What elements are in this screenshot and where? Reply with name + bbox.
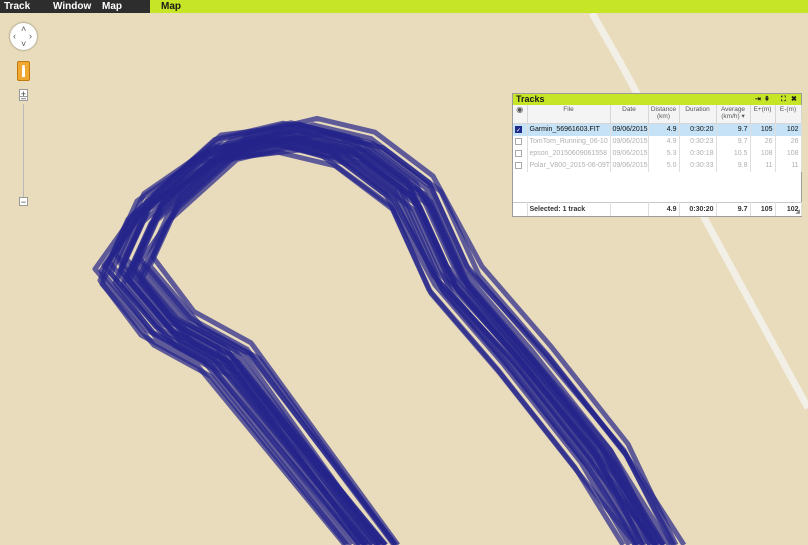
- cell-average: 9.7: [716, 136, 751, 148]
- cell-eminus: 102: [775, 123, 802, 136]
- visibility-column-header[interactable]: ◉: [513, 105, 528, 124]
- column-average[interactable]: Average (km/h) ▾: [716, 105, 751, 124]
- cell-average: 9.7: [716, 123, 751, 136]
- table-row[interactable]: epson_20150609061558 09/06/2015 5.3 0:30:18…: [513, 148, 802, 160]
- menu-track[interactable]: Track: [4, 0, 30, 13]
- menu-window[interactable]: Window: [53, 0, 91, 13]
- checkbox-icon[interactable]: [515, 125, 522, 136]
- row-visibility-checkbox[interactable]: [513, 136, 528, 148]
- maximize-icon[interactable]: ⛶: [781, 94, 786, 105]
- menu-bar: Track Window Map: [0, 0, 150, 13]
- cell-distance: 4.9: [648, 136, 680, 148]
- cell-duration: 0:30:18: [679, 148, 717, 160]
- column-date[interactable]: Date: [610, 105, 649, 124]
- footer-duration: 0:30:20: [679, 202, 717, 216]
- cell-date: 09/06/2015: [610, 160, 649, 172]
- cell-distance: 5.0: [648, 160, 680, 172]
- eye-icon: ◉: [516, 105, 524, 114]
- map-canvas[interactable]: [0, 0, 808, 545]
- footer-spacer: [513, 202, 528, 216]
- cell-duration: 0:30:33: [679, 160, 717, 172]
- zoom-out-button[interactable]: −: [19, 197, 28, 207]
- row-visibility-checkbox[interactable]: [513, 160, 528, 172]
- column-elevation-gain[interactable]: E+(m): [750, 105, 776, 124]
- cell-file: Polar_V800_2015-06-09T: [527, 160, 611, 172]
- tracks-table: ◉ File Date Distance (km) Duration Avera…: [513, 105, 802, 172]
- tracks-footer: Selected: 1 track 4.9 0:30:20 9.7 105 10…: [513, 202, 802, 216]
- column-distance[interactable]: Distance (km): [648, 105, 680, 124]
- cell-file: TomTom_Running_06-10: [527, 136, 611, 148]
- cell-eminus: 108: [775, 148, 802, 160]
- tracks-panel-titlebar[interactable]: Tracks ⇥ ⇞ ⛶ ✖: [513, 94, 801, 105]
- resize-grip-icon[interactable]: ◢: [795, 208, 800, 215]
- cell-date: 09/06/2015: [610, 123, 649, 136]
- cell-file: epson_20150609061558: [527, 148, 611, 160]
- cell-duration: 0:30:23: [679, 136, 717, 148]
- table-row[interactable]: Garmin_56961603.FIT09/06/20154.90:30:209…: [513, 123, 802, 136]
- cell-duration: 0:30:20: [679, 123, 717, 136]
- checkbox-icon[interactable]: [515, 137, 522, 145]
- cell-eminus: 26: [775, 136, 802, 148]
- row-visibility-checkbox[interactable]: [513, 123, 528, 136]
- column-file[interactable]: File: [527, 105, 611, 124]
- street-view-pegman-icon[interactable]: [17, 61, 30, 81]
- row-visibility-checkbox[interactable]: [513, 148, 528, 160]
- cell-distance: 5.3: [648, 148, 680, 160]
- footer-selected-label: Selected: 1 track: [527, 202, 611, 216]
- table-row[interactable]: Polar_V800_2015-06-09T 09/06/2015 5.0 0:30:…: [513, 160, 802, 172]
- zoom-slider-track[interactable]: [23, 104, 24, 197]
- table-row[interactable]: TomTom_Running_06-10 09/06/2015 4.9 0:30:23…: [513, 136, 802, 148]
- cell-date: 09/06/2015: [610, 136, 649, 148]
- pan-right-icon[interactable]: ›: [29, 32, 32, 41]
- pan-left-icon[interactable]: ‹: [13, 32, 16, 41]
- dock-right-icon[interactable]: ⇥: [755, 94, 761, 105]
- cell-distance: 4.9: [648, 123, 680, 136]
- pan-up-icon[interactable]: ˄: [21, 25, 26, 34]
- tracks-panel: Tracks ⇥ ⇞ ⛶ ✖ ◉ File Date Distance (km)…: [512, 93, 802, 217]
- cell-eplus: 105: [750, 123, 776, 136]
- move-top-icon[interactable]: ⇞: [764, 94, 770, 105]
- cell-average: 10.5: [716, 148, 751, 160]
- close-icon[interactable]: ✖: [791, 94, 797, 105]
- footer-average: 9.7: [716, 202, 751, 216]
- pan-control[interactable]: ˄ ˅ ‹ ›: [10, 23, 37, 50]
- cell-file: Garmin_56961603.FIT: [527, 123, 611, 136]
- zoom-slider-handle[interactable]: –: [19, 94, 28, 103]
- cell-date: 09/06/2015: [610, 148, 649, 160]
- footer-distance: 4.9: [648, 202, 680, 216]
- cell-average: 9.8: [716, 160, 751, 172]
- tracks-panel-title: Tracks: [516, 94, 545, 104]
- pan-down-icon[interactable]: ˅: [21, 40, 26, 49]
- cell-eplus: 11: [750, 160, 776, 172]
- checkbox-icon[interactable]: [515, 161, 522, 169]
- checkbox-icon[interactable]: [515, 149, 522, 157]
- tab-map[interactable]: Map: [161, 0, 181, 13]
- cell-eplus: 108: [750, 148, 776, 160]
- cell-eplus: 26: [750, 136, 776, 148]
- column-duration[interactable]: Duration: [679, 105, 717, 124]
- footer-elevation-gain: 105: [750, 202, 776, 216]
- cell-eminus: 11: [775, 160, 802, 172]
- menu-map[interactable]: Map: [102, 0, 122, 13]
- column-elevation-loss[interactable]: E-(m): [775, 105, 802, 124]
- footer-date: [610, 202, 649, 216]
